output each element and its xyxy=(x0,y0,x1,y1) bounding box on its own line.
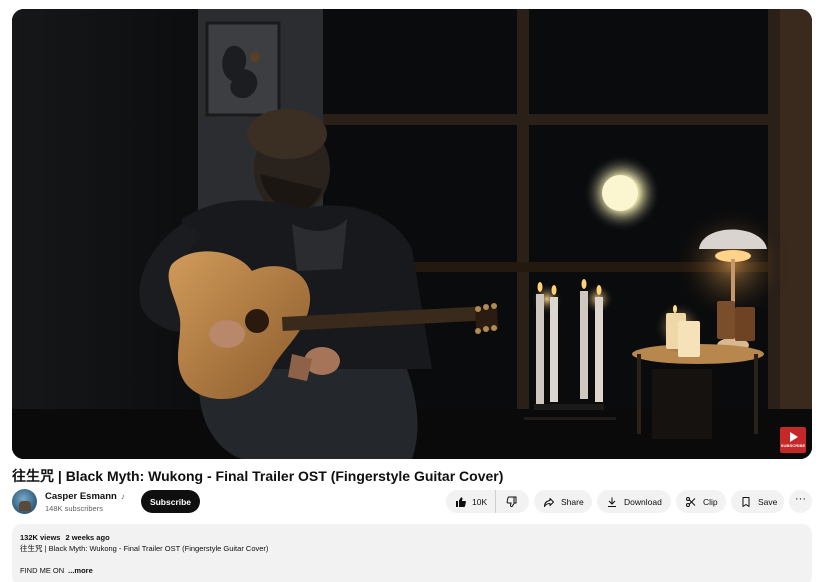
subscriber-count: 148K subscribers xyxy=(45,504,103,513)
channel-avatar[interactable] xyxy=(12,489,37,514)
upload-age: 2 weeks ago xyxy=(65,533,110,542)
save-label: Save xyxy=(758,496,778,507)
thumbs-down-icon xyxy=(506,496,518,508)
download-label: Download xyxy=(624,496,662,507)
more-actions-button[interactable]: ··· xyxy=(789,490,812,513)
description-box[interactable]: 132K views 2 weeks ago 往生咒 | Black Myth:… xyxy=(12,524,812,582)
subscribe-button[interactable]: Subscribe xyxy=(141,490,200,513)
clip-button[interactable]: Clip xyxy=(676,490,726,513)
view-count: 132K views xyxy=(20,533,61,542)
scissors-icon xyxy=(685,496,697,508)
download-button[interactable]: Download xyxy=(597,490,671,513)
watermark-text: SUBSCRIBE xyxy=(780,443,806,448)
share-button[interactable]: Share xyxy=(534,490,592,513)
thumbs-up-icon xyxy=(455,496,467,508)
share-label: Share xyxy=(561,496,584,507)
music-note-icon: ♪ xyxy=(120,492,125,501)
clip-label: Clip xyxy=(703,496,718,507)
bookmark-icon xyxy=(740,496,752,508)
description-line-1: 往生咒 | Black Myth: Wukong - Final Trailer… xyxy=(20,544,269,553)
video-player[interactable]: SUBSCRIBE xyxy=(12,9,812,459)
description-line-2: FIND ME ON xyxy=(20,566,65,575)
share-arrow-icon xyxy=(543,496,555,508)
video-frame xyxy=(12,9,812,459)
description-line-2-wrap: FIND ME ON ...more xyxy=(20,565,804,576)
play-triangle-icon xyxy=(790,432,798,442)
like-dislike-group: 10K xyxy=(446,490,529,513)
like-count: 10K xyxy=(472,496,488,507)
video-title: 往生咒 | Black Myth: Wukong - Final Trailer… xyxy=(12,468,504,484)
save-button[interactable]: Save xyxy=(731,490,784,513)
dislike-button[interactable] xyxy=(496,490,528,513)
channel-row: Casper Esmann ♪ 148K subscribers Subscri… xyxy=(12,489,812,515)
like-button[interactable]: 10K xyxy=(446,490,496,513)
subscribe-watermark[interactable]: SUBSCRIBE xyxy=(780,427,806,453)
show-more-link[interactable]: ...more xyxy=(68,566,93,575)
channel-name: Casper Esmann xyxy=(45,491,117,502)
download-icon xyxy=(606,496,618,508)
more-dots-icon: ··· xyxy=(795,493,806,505)
channel-name-link[interactable]: Casper Esmann ♪ xyxy=(45,491,125,502)
video-meta: 132K views 2 weeks ago xyxy=(20,532,804,543)
